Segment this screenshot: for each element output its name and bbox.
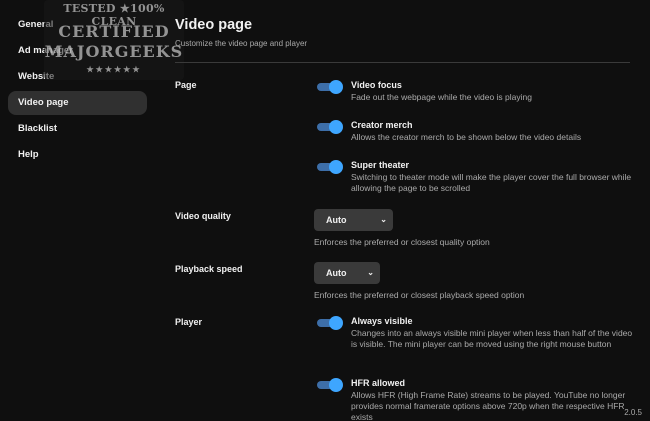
setting-description: Changes into an always visible mini play… [351, 328, 633, 349]
setting-title: Video focus [351, 80, 402, 90]
always-visible-toggle[interactable] [315, 316, 343, 330]
video-quality-select[interactable]: Auto ⌄ [314, 209, 393, 231]
section-label-page: Page [175, 80, 197, 90]
setting-description: Allows HFR (High Frame Rate) streams to … [351, 390, 626, 421]
toggle-knob [329, 160, 343, 174]
toggle-knob [329, 316, 343, 330]
section-label-playback-speed: Playback speed [175, 264, 243, 274]
playback-speed-description: Enforces the preferred or closest playba… [314, 290, 525, 300]
setting-title: Always visible [351, 316, 413, 326]
toggle-knob [329, 120, 343, 134]
hfr-allowed-toggle[interactable] [315, 378, 343, 392]
setting-title: Creator merch [351, 120, 413, 130]
super-theater-toggle[interactable] [315, 160, 343, 174]
setting-description: Switching to theater mode will make the … [351, 172, 632, 193]
video-quality-description: Enforces the preferred or closest qualit… [314, 237, 490, 247]
toggle-knob [329, 80, 343, 94]
page-title: Video page [175, 17, 253, 33]
toggle-knob [329, 378, 343, 392]
playback-speed-select[interactable]: Auto ⌄ [314, 262, 380, 284]
main-content: Video page Customize the video page and … [175, 0, 632, 421]
sidebar-item-blacklist[interactable]: Blacklist [8, 117, 147, 141]
select-value: Auto [326, 215, 347, 225]
watermark-stars: ★★★★★★ [86, 64, 142, 74]
watermark-text-majorgeeks: MAJORGEEKS [44, 42, 184, 61]
header-divider [175, 62, 630, 63]
sidebar-item-video-page[interactable]: Video page [8, 91, 147, 115]
select-value: Auto [326, 268, 347, 278]
video-focus-toggle[interactable] [315, 80, 343, 94]
setting-title: HFR allowed [351, 378, 406, 388]
setting-description: Allows the creator merch to be shown bel… [351, 132, 582, 142]
section-label-player: Player [175, 317, 203, 327]
watermark-text-certified: CERTIFIED [58, 22, 170, 41]
sidebar-item-help[interactable]: Help [8, 143, 147, 167]
chevron-down-icon: ⌄ [367, 268, 374, 277]
setting-title: Super theater [351, 160, 410, 170]
page-subtitle: Customize the video page and player [175, 39, 308, 48]
setting-description: Fade out the webpage while the video is … [351, 92, 532, 102]
section-label-video-quality: Video quality [175, 211, 231, 221]
creator-merch-toggle[interactable] [315, 120, 343, 134]
chevron-down-icon: ⌄ [380, 215, 387, 224]
version-label: 2.0.5 [624, 408, 642, 417]
